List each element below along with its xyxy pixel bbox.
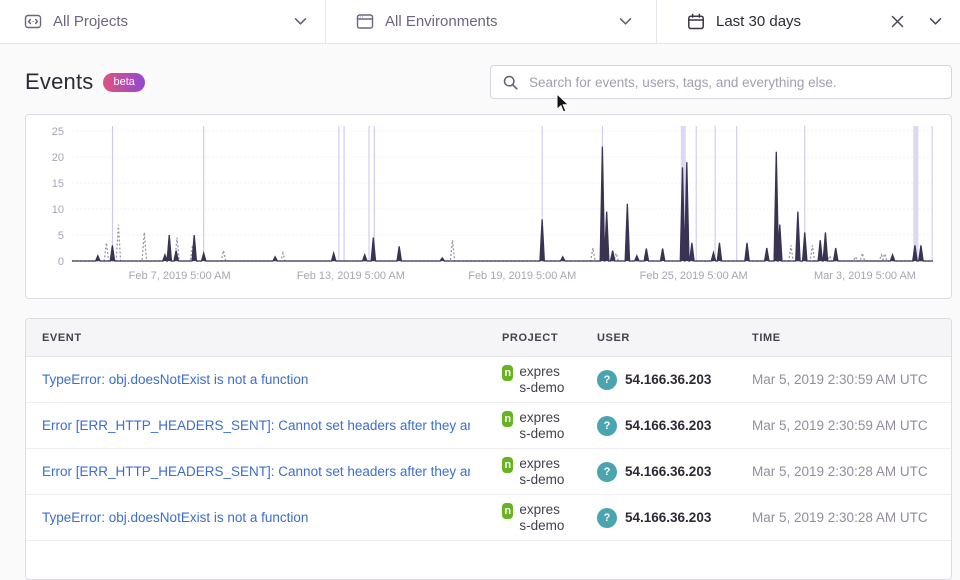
user-ip: 54.166.36.203 [625, 372, 712, 387]
date-range-label: Last 30 days [716, 13, 802, 30]
table-row: Error [ERR_HTTP_HEADERS_SENT]: Cannot se… [26, 403, 951, 449]
user-ip: 54.166.36.203 [625, 418, 712, 433]
table-header: EVENT PROJECT USER TIME [26, 319, 951, 357]
svg-text:Feb 19, 2019 5:00 AM: Feb 19, 2019 5:00 AM [468, 270, 576, 282]
environment-selector-label: All Environments [385, 13, 498, 30]
svg-text:Feb 25, 2019 5:00 AM: Feb 25, 2019 5:00 AM [640, 270, 748, 282]
column-header-time: TIME [752, 332, 781, 344]
column-header-user: USER [597, 332, 630, 344]
project-selector[interactable]: All Projects [0, 0, 325, 43]
topbar: All Projects All Environments Last 30 da… [0, 0, 960, 44]
events-table-panel: EVENT PROJECT USER TIME TypeError: obj.d… [25, 318, 952, 580]
environments-icon [356, 13, 374, 30]
svg-text:5: 5 [58, 230, 64, 242]
user-avatar-icon: ? [597, 461, 617, 482]
event-time: Mar 5, 2019 2:30:28 AM UTC [752, 464, 928, 479]
svg-text:Feb 7, 2019 5:00 AM: Feb 7, 2019 5:00 AM [129, 270, 231, 282]
project-cell: n express-demo [486, 404, 581, 448]
calendar-icon [687, 13, 705, 31]
nodejs-icon: n [502, 410, 514, 427]
search-icon [503, 75, 518, 90]
event-link[interactable]: Error [ERR_HTTP_HEADERS_SENT]: Cannot se… [42, 418, 470, 433]
clear-date-range-icon[interactable] [891, 15, 904, 28]
svg-text:20: 20 [52, 152, 64, 164]
event-link[interactable]: TypeError: obj.doesNotExist is not a fun… [42, 372, 470, 387]
nodejs-icon: n [502, 456, 514, 473]
column-header-project: PROJECT [502, 332, 559, 344]
table-body: TypeError: obj.doesNotExist is not a fun… [26, 357, 951, 541]
user-ip: 54.166.36.203 [625, 510, 712, 525]
svg-text:Mar 3, 2019 5:00 AM: Mar 3, 2019 5:00 AM [814, 270, 916, 282]
project-link[interactable]: express-demo [519, 364, 565, 396]
events-chart[interactable]: 0 5 10 15 20 25 Feb 7, 2019 5:00 AM Feb 13, 201… [26, 115, 951, 298]
user-cell: ? 54.166.36.203 [581, 456, 736, 488]
project-selector-label: All Projects [53, 13, 129, 30]
user-cell: ? 54.166.36.203 [581, 410, 736, 442]
user-cell: ? 54.166.36.203 [581, 364, 736, 396]
table-row: Error [ERR_HTTP_HEADERS_SENT]: Cannot se… [26, 449, 951, 495]
chevron-down-icon [929, 17, 942, 26]
date-range-selector[interactable]: Last 30 days [657, 0, 960, 43]
event-time: Mar 5, 2019 2:30:28 AM UTC [752, 510, 928, 525]
events-chart-panel: 0 5 10 15 20 25 Feb 7, 2019 5:00 AM Feb 13, 201… [25, 114, 952, 299]
project-link[interactable]: express-demo [519, 502, 565, 534]
event-time: Mar 5, 2019 2:30:59 AM UTC [752, 372, 928, 387]
nodejs-icon: n [502, 364, 514, 381]
user-avatar-icon: ? [597, 415, 617, 436]
event-link[interactable]: TypeError: obj.doesNotExist is not a fun… [42, 510, 470, 525]
table-row: TypeError: obj.doesNotExist is not a fun… [26, 495, 951, 541]
svg-text:0: 0 [58, 256, 64, 268]
event-time: Mar 5, 2019 2:30:59 AM UTC [752, 418, 928, 433]
environment-selector[interactable]: All Environments [326, 0, 656, 43]
project-link[interactable]: express-demo [519, 456, 565, 488]
events-page: Events beta 0 5 10 15 20 25 Feb 7, 2019 5:00 A… [0, 65, 960, 580]
projects-icon [24, 13, 42, 30]
svg-text:15: 15 [52, 178, 64, 190]
event-link[interactable]: Error [ERR_HTTP_HEADERS_SENT]: Cannot se… [42, 464, 470, 479]
beta-badge: beta [103, 72, 145, 92]
column-header-event: EVENT [42, 332, 82, 344]
svg-text:10: 10 [52, 204, 64, 216]
nodejs-icon: n [502, 502, 514, 519]
search-input[interactable] [527, 73, 939, 91]
project-cell: n express-demo [486, 450, 581, 494]
project-cell: n express-demo [486, 358, 581, 402]
project-link[interactable]: express-demo [519, 410, 565, 442]
user-avatar-icon: ? [597, 369, 617, 390]
user-avatar-icon: ? [597, 507, 617, 528]
page-title: Events [25, 69, 94, 94]
svg-text:25: 25 [52, 126, 64, 138]
page-header: Events beta [25, 65, 952, 99]
user-ip: 54.166.36.203 [625, 464, 712, 479]
search-bar[interactable] [490, 65, 952, 99]
table-row: TypeError: obj.doesNotExist is not a fun… [26, 357, 951, 403]
user-cell: ? 54.166.36.203 [581, 502, 736, 534]
project-cell: n express-demo [486, 496, 581, 540]
svg-text:Feb 13, 2019 5:00 AM: Feb 13, 2019 5:00 AM [297, 270, 405, 282]
chevron-down-icon [294, 17, 307, 26]
chevron-down-icon [619, 17, 632, 26]
